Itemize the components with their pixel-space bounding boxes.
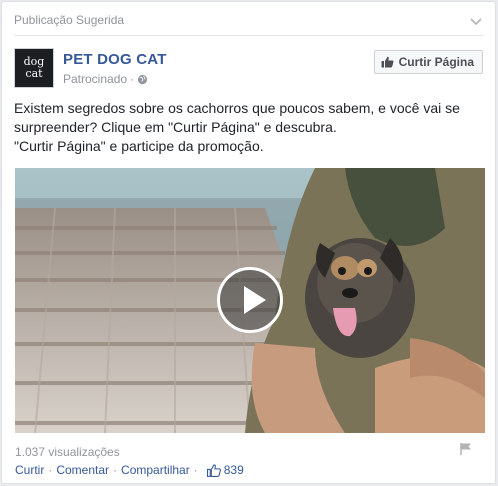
page-avatar[interactable]: dog cat bbox=[14, 48, 54, 88]
like-link[interactable]: Curtir bbox=[15, 463, 44, 477]
avatar-text-line2: cat bbox=[25, 67, 43, 80]
separator-dot: · bbox=[48, 463, 53, 477]
page-name-link[interactable]: PET DOG CAT bbox=[63, 51, 167, 68]
like-count[interactable]: 839 bbox=[206, 463, 244, 477]
like-page-label: Curtir Página bbox=[398, 55, 474, 69]
separator-dot: · bbox=[113, 463, 118, 477]
suggested-post-card: Publicação Sugerida dog cat PET DOG CAT … bbox=[1, 1, 496, 484]
post-text: Existem segredos sobre os cachorros que … bbox=[14, 99, 483, 156]
page-info: dog cat PET DOG CAT Patrocinado · Curtir… bbox=[14, 48, 483, 92]
thumbs-up-icon bbox=[206, 463, 221, 477]
video-views: 1.037 visualizações bbox=[15, 445, 120, 459]
like-count-value: 839 bbox=[223, 463, 244, 477]
like-page-button[interactable]: Curtir Página bbox=[373, 50, 483, 74]
play-button[interactable] bbox=[217, 267, 283, 333]
chevron-down-icon[interactable] bbox=[469, 14, 483, 28]
post-actions: Curtir · Comentar · Compartilhar · 839 bbox=[15, 463, 244, 477]
flag-icon[interactable] bbox=[459, 442, 473, 456]
sponsored-row: Patrocinado · bbox=[63, 72, 148, 86]
suggested-post-label: Publicação Sugerida bbox=[14, 13, 125, 27]
post-text-line3: "Curtir Página" e participe da promoção. bbox=[14, 138, 264, 154]
share-link[interactable]: Compartilhar bbox=[121, 463, 190, 477]
card-header: Publicação Sugerida bbox=[14, 10, 483, 36]
video-player[interactable] bbox=[15, 168, 485, 433]
comment-link[interactable]: Comentar bbox=[56, 463, 109, 477]
separator-dot: · bbox=[193, 463, 198, 477]
sponsored-label[interactable]: Patrocinado bbox=[63, 72, 127, 86]
separator-dot: · bbox=[130, 72, 135, 86]
post-text-line1: Existem segredos sobre os cachorros que … bbox=[14, 100, 460, 116]
post-text-line2: surpreender? Clique em "Curtir Página" e… bbox=[14, 119, 337, 135]
globe-icon bbox=[137, 74, 148, 84]
thumbs-up-icon bbox=[381, 56, 394, 68]
